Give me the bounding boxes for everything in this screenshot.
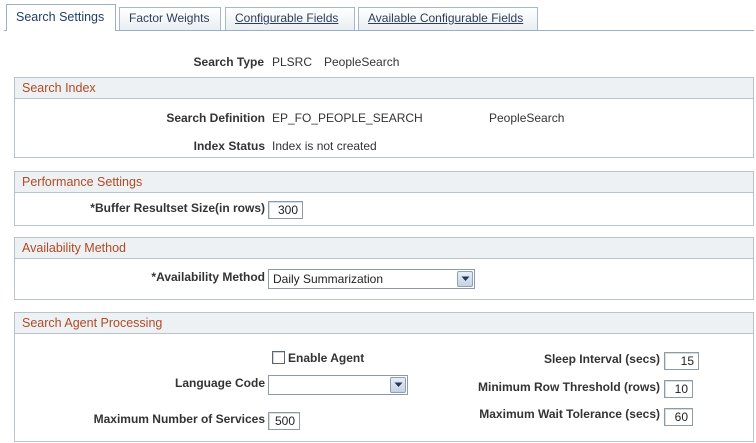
search-type-name: PeopleSearch bbox=[324, 55, 400, 69]
search-definition-value: EP_FO_PEOPLE_SEARCH bbox=[272, 111, 423, 125]
search-type-code: PLSRC bbox=[272, 55, 313, 69]
tab-bar-line bbox=[4, 30, 754, 31]
index-status-label: Index Status bbox=[193, 139, 265, 153]
availability-method-label: *Availability Method bbox=[151, 270, 265, 284]
tab-label: Available Configurable Fields bbox=[368, 11, 524, 25]
performance-settings-title: Performance Settings bbox=[15, 172, 753, 193]
max-services-input[interactable]: 500 bbox=[268, 412, 300, 430]
tab-label: Configurable Fields bbox=[235, 11, 339, 25]
search-index-title: Search Index bbox=[15, 78, 753, 99]
tab-label: Search Settings bbox=[16, 10, 105, 24]
enable-agent-checkbox[interactable] bbox=[272, 351, 285, 364]
max-services-label: Maximum Number of Services bbox=[93, 412, 265, 426]
index-status-value: Index is not created bbox=[272, 139, 377, 153]
chevron-down-icon[interactable] bbox=[390, 377, 406, 393]
sleep-interval-label: Sleep Interval (secs) bbox=[543, 352, 660, 366]
availability-method-select[interactable]: Daily Summarization bbox=[268, 269, 475, 289]
tab-search-settings[interactable]: Search Settings bbox=[6, 4, 116, 31]
availability-method-value: Daily Summarization bbox=[273, 272, 384, 286]
search-definition-desc: PeopleSearch bbox=[489, 111, 565, 125]
language-code-label: Language Code bbox=[174, 376, 265, 390]
enable-agent-label: Enable Agent bbox=[288, 351, 365, 365]
min-row-threshold-label: Minimum Row Threshold (rows) bbox=[478, 380, 660, 394]
language-code-select[interactable] bbox=[268, 375, 408, 395]
buffer-resultset-label: *Buffer Resultset Size(in rows) bbox=[90, 201, 265, 215]
search-type-label: Search Type bbox=[193, 55, 264, 69]
buffer-resultset-input[interactable]: 300 bbox=[268, 201, 303, 219]
performance-settings-group: Performance Settings bbox=[14, 171, 754, 226]
tab-available-configurable-fields[interactable]: Available Configurable Fields bbox=[358, 7, 538, 30]
search-agent-processing-title: Search Agent Processing bbox=[15, 313, 753, 334]
max-wait-tolerance-label: Maximum Wait Tolerance (secs) bbox=[479, 407, 660, 421]
min-row-threshold-input[interactable]: 10 bbox=[664, 380, 693, 398]
availability-method-title: Availability Method bbox=[15, 238, 753, 259]
search-definition-label: Search Definition bbox=[166, 111, 265, 125]
tab-configurable-fields[interactable]: Configurable Fields bbox=[225, 7, 355, 30]
chevron-down-icon[interactable] bbox=[457, 271, 473, 287]
tab-label: Factor Weights bbox=[129, 11, 210, 25]
tab-factor-weights[interactable]: Factor Weights bbox=[119, 7, 221, 30]
sleep-interval-input[interactable]: 15 bbox=[664, 352, 699, 370]
max-wait-tolerance-input[interactable]: 60 bbox=[664, 408, 693, 426]
